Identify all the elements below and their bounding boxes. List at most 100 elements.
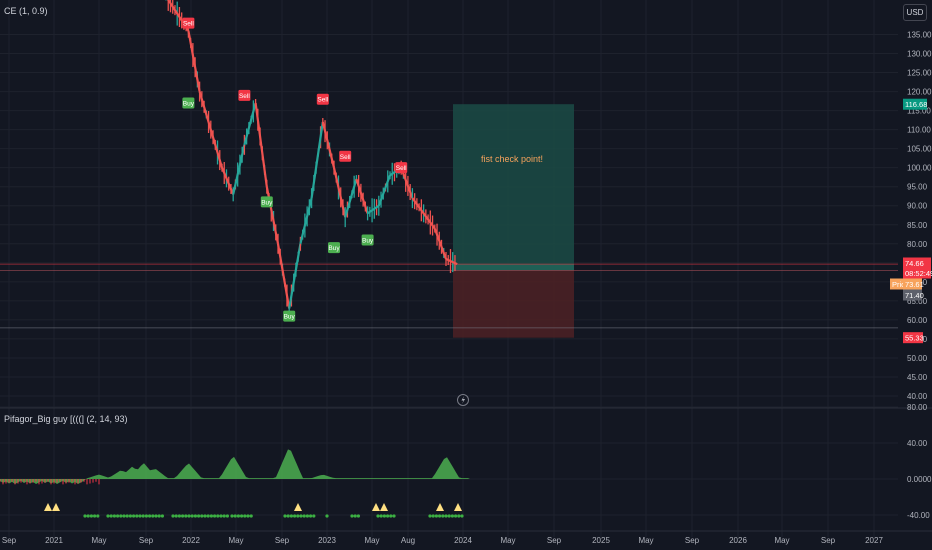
- symbol-legend[interactable]: CE (1, 0.9): [4, 6, 48, 16]
- signal-dot: [86, 514, 90, 518]
- signal-dot: [184, 514, 188, 518]
- svg-text:55.33: 55.33: [905, 333, 924, 342]
- signal-dot: [171, 514, 175, 518]
- signal-dot: [428, 514, 432, 518]
- svg-text:08:52:49: 08:52:49: [905, 269, 932, 278]
- signal-label: Buy: [328, 245, 340, 252]
- chart-canvas[interactable]: Sell Buy Sell Buy Buy Sell Buy Sell Buy Sell fist…: [0, 0, 932, 550]
- signal-dot: [353, 514, 357, 518]
- signal-dot: [392, 514, 396, 518]
- x-tick-label: Aug: [401, 536, 415, 545]
- stop-zone[interactable]: [453, 268, 574, 338]
- signal-dot: [441, 514, 445, 518]
- price-label: 116.68: [903, 98, 927, 110]
- signal-dot: [157, 514, 161, 518]
- signal-dot: [128, 514, 132, 518]
- y-tick-label: 100.00: [907, 164, 932, 173]
- signal-dot: [444, 514, 448, 518]
- position-tool[interactable]: [453, 104, 574, 338]
- up-triangle-icon: [380, 503, 388, 511]
- x-tick-label: 2024: [454, 536, 472, 545]
- signal-dot: [249, 514, 253, 518]
- indicator-legend[interactable]: Pifagor_Big guy [(((] (2, 14, 93): [4, 414, 128, 424]
- signal-dot: [386, 514, 390, 518]
- price-label: 74.66: [903, 257, 931, 269]
- signal-dot: [222, 514, 226, 518]
- signal-dot: [305, 514, 309, 518]
- y-tick-label: 135.00: [907, 31, 932, 40]
- signal-dot: [190, 514, 194, 518]
- x-tick-label: 2026: [729, 536, 747, 545]
- x-tick-label: Sep: [139, 536, 154, 545]
- x-tick-label: Sep: [821, 536, 836, 545]
- x-tick-label: 2021: [45, 536, 63, 545]
- signal-dot: [135, 514, 139, 518]
- y-tick-label: 120.00: [907, 88, 932, 97]
- signal-dot: [450, 514, 454, 518]
- svg-text:71.40: 71.40: [905, 291, 924, 300]
- sell-signal: Sell: [395, 162, 408, 174]
- price-label: 08:52:49: [903, 267, 932, 279]
- signal-dot: [177, 514, 181, 518]
- signal-dot: [431, 514, 435, 518]
- trend-line-segment: [332, 167, 347, 218]
- signal-label: Buy: [362, 237, 374, 244]
- price-label: 71.40: [903, 289, 924, 301]
- signal-dot: [309, 514, 313, 518]
- trend-line-segment: [321, 121, 336, 168]
- signal-dot: [141, 514, 145, 518]
- signal-label: Sell: [239, 93, 250, 100]
- y-tick-label: 40.00: [907, 392, 928, 401]
- signal-dot: [187, 514, 191, 518]
- up-triangle-icon: [52, 503, 60, 511]
- signal-label: Sell: [183, 21, 194, 28]
- signal-dot: [293, 514, 297, 518]
- y-tick-label: 80.00: [907, 240, 928, 249]
- indicator-y-tick-label: 80.00: [907, 403, 928, 412]
- trend-line-segment: [411, 197, 436, 230]
- signal-dot: [216, 514, 220, 518]
- signal-dot: [457, 514, 461, 518]
- signal-dot: [122, 514, 126, 518]
- signal-dot: [209, 514, 213, 518]
- signal-dot: [193, 514, 197, 518]
- signal-dot: [93, 514, 97, 518]
- x-tick-label: 2022: [182, 536, 200, 545]
- x-tick-label: 2025: [592, 536, 610, 545]
- currency-button[interactable]: USD: [903, 4, 927, 21]
- indicator-y-tick-label: 0.0000: [907, 475, 932, 484]
- signal-dot: [144, 514, 148, 518]
- signal-dot: [219, 514, 223, 518]
- x-tick-label: Sep: [275, 536, 290, 545]
- signal-dot: [181, 514, 185, 518]
- x-axis[interactable]: Sep 2021 May Sep 2022 May Sep 2023 May Aug 2024 May…: [0, 530, 932, 545]
- signal-dot: [151, 514, 155, 518]
- signal-dot: [236, 514, 240, 518]
- sell-signal: Sell: [238, 89, 251, 101]
- price-label: 73.61: [903, 278, 924, 290]
- signal-dot: [438, 514, 442, 518]
- signal-dot: [197, 514, 201, 518]
- y-tick-label: 60.00: [907, 316, 928, 325]
- signal-dot: [296, 514, 300, 518]
- buy-signal: Buy: [182, 97, 195, 109]
- signal-dot: [460, 514, 464, 518]
- signal-label: Buy: [183, 100, 195, 107]
- signal-dot: [382, 514, 386, 518]
- trend-line-segment: [299, 197, 313, 245]
- x-tick-label: May: [228, 536, 243, 545]
- trend-line-segment: [288, 243, 302, 309]
- signal-dot: [302, 514, 306, 518]
- buy-signal: Buy: [328, 242, 340, 254]
- signal-dot: [203, 514, 207, 518]
- grid: [0, 0, 898, 537]
- annotation-text[interactable]: fist check point!: [481, 154, 543, 164]
- signal-dot: [350, 514, 354, 518]
- sell-signal: Sell: [339, 150, 352, 162]
- svg-text:74.66: 74.66: [905, 259, 924, 268]
- x-tick-label: May: [364, 536, 379, 545]
- signal-label: Sell: [340, 154, 351, 161]
- target-zone[interactable]: [453, 104, 574, 269]
- y-tick-label: 105.00: [907, 145, 932, 154]
- trend-line-segment: [344, 178, 358, 218]
